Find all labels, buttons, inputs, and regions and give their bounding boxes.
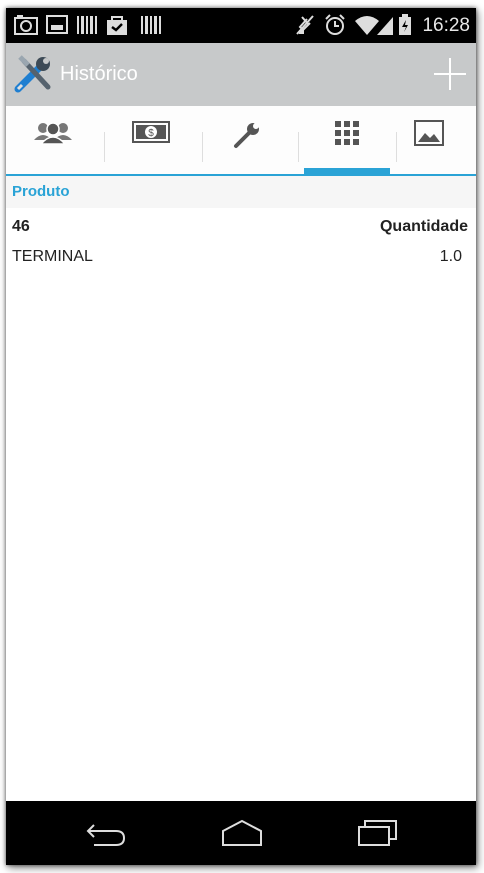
money-icon: $ [132,121,170,143]
navigation-bar [6,801,476,865]
action-bar: Histórico [6,43,476,106]
camera-icon [14,15,38,35]
back-icon[interactable] [84,817,128,849]
shopping-bag-icon [107,16,127,35]
product-name: TERMINAL [12,248,93,265]
tab-products[interactable] [300,106,394,174]
signal-icon [377,17,393,35]
tab-money[interactable]: $ [104,106,198,174]
recent-apps-icon[interactable] [356,817,400,849]
clock: 16:28 [422,15,470,36]
selected-tab-indicator [304,168,390,174]
tab-bar: $ [6,106,476,176]
home-icon[interactable] [220,817,264,849]
page-title: Histórico [60,63,138,85]
section-title: Produto [12,183,70,200]
image-icon [46,15,68,34]
product-detail-row[interactable]: TERMINAL 1.0 [6,248,476,272]
barcode-icon [141,16,161,34]
wrench-icon [234,123,259,148]
mute-icon [296,15,314,35]
product-code: 46 [12,218,30,235]
battery-icon [399,14,411,35]
status-bar: 16:28 [6,8,476,43]
tab-people[interactable] [6,106,100,174]
barcode-icon [77,16,97,34]
plus-icon[interactable] [432,56,468,92]
svg-text:$: $ [148,128,154,139]
alarm-icon [325,14,345,35]
product-quantity: 1.0 [439,248,462,265]
grid-icon [335,121,359,145]
tab-tools[interactable] [200,106,294,174]
quantity-label: Quantidade [379,218,468,235]
tab-pictures[interactable] [382,106,476,174]
picture-icon [414,120,444,146]
tools-icon[interactable] [14,55,54,95]
product-header-row[interactable]: 46 Quantidade [6,218,476,242]
section-header: Produto [6,176,476,208]
phone-screen: 16:28 Histórico $ Produto 46 Quantidade … [6,8,476,865]
people-icon [34,122,72,145]
